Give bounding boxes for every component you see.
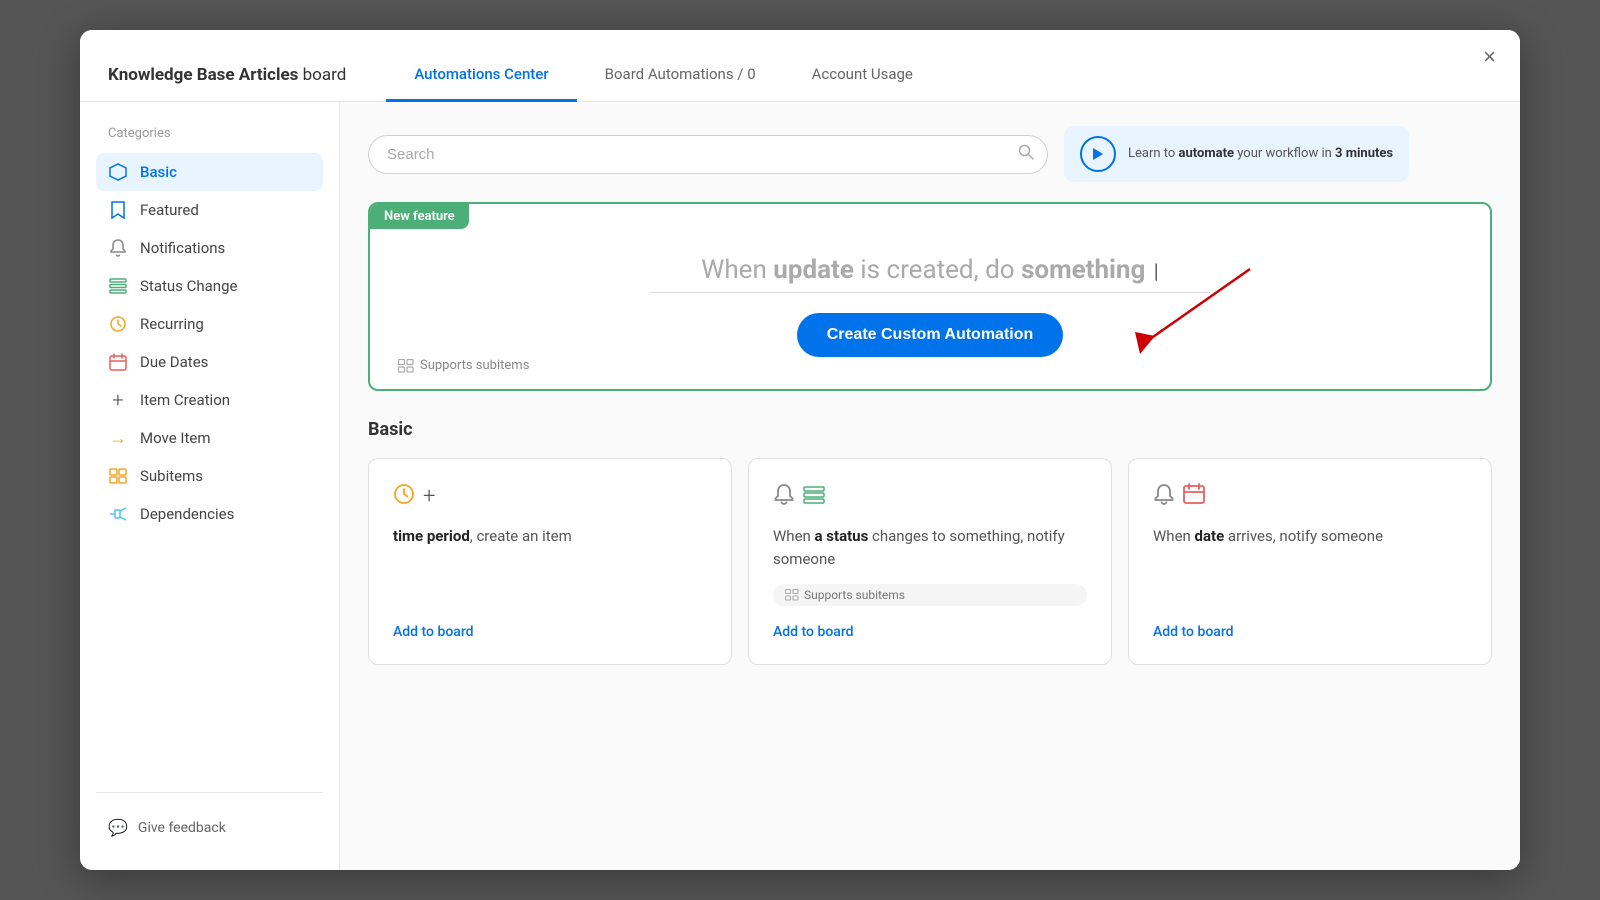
card-1-text: time period, create an item bbox=[393, 525, 707, 606]
search-row: Learn to automate your workflow in 3 min… bbox=[368, 126, 1492, 182]
main-content: Learn to automate your workflow in 3 min… bbox=[340, 102, 1520, 870]
feedback-label: Give feedback bbox=[138, 820, 226, 836]
status-change-icon bbox=[108, 276, 128, 296]
dependencies-icon bbox=[108, 504, 128, 524]
sidebar-item-label-notifications: Notifications bbox=[140, 239, 225, 257]
sidebar-item-featured[interactable]: Featured bbox=[96, 191, 323, 229]
supports-subitems-banner: Supports subitems bbox=[398, 358, 529, 373]
video-promo[interactable]: Learn to automate your workflow in 3 min… bbox=[1064, 126, 1409, 182]
close-button[interactable]: × bbox=[1483, 46, 1496, 68]
sidebar-item-status-change[interactable]: Status Change bbox=[96, 267, 323, 305]
sidebar-item-label-recurring: Recurring bbox=[140, 315, 204, 333]
sidebar-item-due-dates[interactable]: Due Dates bbox=[96, 343, 323, 381]
sidebar-item-subitems[interactable]: Subitems bbox=[96, 457, 323, 495]
sidebar-item-label-item-creation: Item Creation bbox=[140, 391, 230, 409]
sidebar-item-notifications[interactable]: Notifications bbox=[96, 229, 323, 267]
basic-icon bbox=[108, 162, 128, 182]
card-2-icon-status bbox=[803, 485, 825, 510]
card-1-add-button[interactable]: Add to board bbox=[393, 624, 707, 640]
item-creation-icon: + bbox=[108, 390, 128, 410]
sidebar-item-item-creation[interactable]: + Item Creation bbox=[96, 381, 323, 419]
search-box bbox=[368, 135, 1048, 174]
tab-bar: Automations Center Board Automations / 0… bbox=[386, 48, 941, 101]
automations-modal: Knowledge Base Articles board Automation… bbox=[80, 30, 1520, 870]
sidebar-footer: 💬 Give feedback bbox=[96, 792, 323, 846]
card-3-icon-calendar bbox=[1183, 483, 1205, 511]
featured-icon bbox=[108, 200, 128, 220]
tab-automations-center[interactable]: Automations Center bbox=[386, 49, 576, 102]
card-3-add-button[interactable]: Add to board bbox=[1153, 624, 1467, 640]
recurring-icon bbox=[108, 314, 128, 334]
tab-board-automations[interactable]: Board Automations / 0 bbox=[577, 49, 784, 102]
feedback-button[interactable]: 💬 Give feedback bbox=[96, 809, 323, 846]
modal-header: Knowledge Base Articles board Automation… bbox=[80, 30, 1520, 102]
sidebar-item-label-move-item: Move Item bbox=[140, 429, 210, 447]
notifications-icon bbox=[108, 238, 128, 258]
video-play-button[interactable] bbox=[1080, 136, 1116, 172]
sidebar-item-recurring[interactable]: Recurring bbox=[96, 305, 323, 343]
card-2-icon-bell bbox=[773, 483, 795, 511]
card-1-icon-plus: + bbox=[423, 486, 435, 508]
sidebar-item-label-basic: Basic bbox=[140, 163, 177, 181]
card-2-text: When a status changes to something, noti… bbox=[773, 525, 1087, 570]
sidebar-item-label-subitems: Subitems bbox=[140, 467, 203, 485]
categories-label: Categories bbox=[96, 126, 323, 141]
card-3-text: When date arrives, notify someone bbox=[1153, 525, 1467, 606]
sidebar-item-label-dependencies: Dependencies bbox=[140, 505, 234, 523]
sidebar-item-label-featured: Featured bbox=[140, 201, 199, 219]
sidebar-item-move-item[interactable]: → Move Item bbox=[96, 419, 323, 457]
card-3-icons bbox=[1153, 483, 1467, 511]
move-item-icon: → bbox=[108, 428, 128, 448]
new-feature-badge: New feature bbox=[370, 204, 469, 229]
create-custom-automation-button[interactable]: Create Custom Automation bbox=[797, 313, 1064, 357]
search-input[interactable] bbox=[368, 135, 1048, 174]
sidebar-item-dependencies[interactable]: Dependencies bbox=[96, 495, 323, 533]
card-2-subitems: Supports subitems bbox=[773, 584, 1087, 606]
sidebar: Categories Basic Featured bbox=[80, 102, 340, 870]
board-title: Knowledge Base Articles board bbox=[108, 65, 346, 85]
red-arrow bbox=[1090, 264, 1290, 364]
tab-account-usage[interactable]: Account Usage bbox=[784, 49, 941, 102]
automation-card-2[interactable]: When a status changes to something, noti… bbox=[748, 458, 1112, 665]
card-1-icons: + bbox=[393, 483, 707, 511]
basic-section-title: Basic bbox=[368, 419, 1492, 440]
card-2-add-button[interactable]: Add to board bbox=[773, 624, 1087, 640]
sidebar-item-basic[interactable]: Basic bbox=[96, 153, 323, 191]
modal-body: Categories Basic Featured bbox=[80, 102, 1520, 870]
card-3-icon-bell bbox=[1153, 483, 1175, 511]
feedback-icon: 💬 bbox=[108, 818, 128, 837]
sidebar-item-label-due-dates: Due Dates bbox=[140, 353, 208, 371]
subitems-icon bbox=[108, 466, 128, 486]
sidebar-item-label-status-change: Status Change bbox=[140, 277, 237, 295]
automation-card-3[interactable]: When date arrives, notify someone Add to… bbox=[1128, 458, 1492, 665]
due-dates-icon bbox=[108, 352, 128, 372]
new-feature-card: New feature When update is created, do s… bbox=[368, 202, 1492, 391]
card-2-icons bbox=[773, 483, 1087, 511]
search-icon bbox=[1018, 144, 1034, 164]
automation-cards-grid: + time period, create an item Add to boa… bbox=[368, 458, 1492, 665]
card-1-icon-recurring bbox=[393, 483, 415, 511]
automation-card-1[interactable]: + time period, create an item Add to boa… bbox=[368, 458, 732, 665]
new-feature-content: When update is created, do something | C… bbox=[410, 236, 1450, 357]
video-promo-text: Learn to automate your workflow in 3 min… bbox=[1128, 145, 1393, 163]
